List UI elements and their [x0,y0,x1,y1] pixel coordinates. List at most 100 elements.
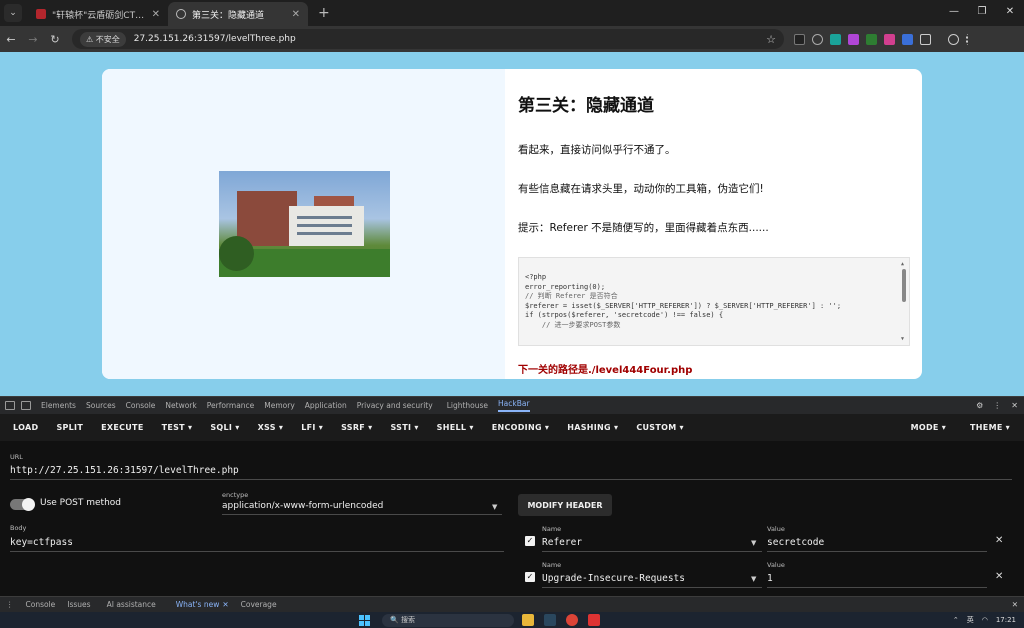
close-tab-icon[interactable]: ✕ [152,9,160,20]
drawer-tab-whats-new[interactable]: What's new [176,600,220,609]
minimize-button[interactable]: — [940,0,968,24]
devtools-tab-application[interactable]: Application [305,401,347,410]
wifi-icon[interactable]: ◠ [982,616,988,624]
clock[interactable]: 17:21 [996,616,1016,624]
reload-icon[interactable]: ↻ [44,33,66,46]
back-arrow-icon[interactable]: ← [0,33,22,46]
enctype-select[interactable]: application/x-www-form-urlencoded [222,501,502,515]
close-tab-icon[interactable]: ✕ [222,600,228,609]
source-code-box[interactable]: <?php error_reporting(0);// 判断 Referer 是否… [518,257,910,346]
modify-header-button[interactable]: MODIFY HEADER [518,494,612,516]
bookmark-star-icon[interactable]: ☆ [766,33,776,46]
browser-tab-active[interactable]: 第三关：隐藏通道 ✕ [168,2,308,26]
wps-icon[interactable] [588,614,600,626]
devtools-tab-console[interactable]: Console [126,401,156,410]
address-toolbar: ← → ↻ ⚠ 不安全 27.25.151.26:31597/levelThre… [0,26,1024,52]
header-value-label: Value [767,525,785,533]
delete-header-icon[interactable]: ✕ [995,571,1003,582]
taskbar-search[interactable]: 🔍 搜索 [382,614,514,627]
close-devtools-icon[interactable]: ✕ [1011,401,1018,410]
post-method-toggle[interactable] [10,498,35,511]
devtools-tab-elements[interactable]: Elements [41,401,76,410]
dropdown-arrow-icon[interactable]: ▼ [751,575,756,583]
settings-gear-icon[interactable]: ⚙ [976,401,983,410]
close-window-button[interactable]: ✕ [996,0,1024,24]
drawer-tab-ai[interactable]: AI assistance [107,600,156,609]
extension-icon[interactable] [884,33,895,45]
devtools-tab-lighthouse[interactable]: Lighthouse [447,401,488,410]
dropdown-arrow-icon[interactable]: ▼ [751,539,756,547]
header-checkbox[interactable]: ✓ [525,536,535,546]
menu-sqli[interactable]: SQLI ▾ [210,423,239,432]
url-input[interactable]: http://27.25.151.26:31597/levelThree.php [10,465,1012,480]
address-bar[interactable]: ⚠ 不安全 27.25.151.26:31597/levelThree.php … [72,29,784,49]
tab-search-chevron-icon[interactable]: ⌄ [4,4,22,22]
devtools-tab-memory[interactable]: Memory [264,401,295,410]
extension-icon[interactable] [830,33,841,45]
extension-icon[interactable] [866,33,877,45]
extension-icon[interactable] [848,33,859,45]
profile-avatar-icon[interactable] [948,33,959,45]
chrome-icon[interactable] [566,614,578,626]
search-placeholder: 搜索 [400,616,415,624]
file-explorer-icon[interactable] [522,614,534,626]
steam-icon[interactable] [544,614,556,626]
page-viewport: 第三关：隐藏通道 看起来，直接访问似乎行不通了。 有些信息藏在请求头里，动动你的… [0,52,1024,396]
body-input[interactable]: key=ctfpass [10,537,504,552]
device-toolbar-icon[interactable] [21,401,31,410]
menu-test[interactable]: TEST ▾ [162,423,193,432]
delete-header-icon[interactable]: ✕ [995,535,1003,546]
devtools-tab-hackbar[interactable]: HackBar [498,399,530,412]
url-label: URL [10,453,23,461]
header-value-input[interactable]: 1 [767,573,987,588]
menu-xss[interactable]: XSS ▾ [258,423,284,432]
forward-arrow-icon[interactable]: → [22,33,44,46]
drawer-menu-icon[interactable]: ⋮ [6,600,14,609]
devtools-tab-performance[interactable]: Performance [207,401,255,410]
header-value-input[interactable]: secretcode [767,537,987,552]
menu-execute[interactable]: EXECUTE [101,423,144,432]
new-tab-button[interactable]: + [318,5,330,21]
extension-icon[interactable] [902,33,913,45]
header-name-select[interactable]: Upgrade-Insecure-Requests [542,573,762,588]
more-menu-icon[interactable] [966,33,970,45]
not-secure-badge[interactable]: ⚠ 不安全 [80,31,126,47]
code-comment: // 判断 Referer 是否符合 [525,292,618,300]
menu-hashing[interactable]: HASHING ▾ [567,423,618,432]
drawer-tab-console[interactable]: Console [26,600,56,609]
menu-mode[interactable]: MODE ▾ [911,423,946,432]
header-name-select[interactable]: Referer [542,537,762,552]
devtools-tab-network[interactable]: Network [165,401,196,410]
more-options-icon[interactable]: ⋮ [993,401,1001,410]
puzzle-icon[interactable] [920,33,931,45]
header-checkbox[interactable]: ✓ [525,572,535,582]
extension-icon[interactable] [794,33,805,45]
menu-load[interactable]: LOAD [13,423,38,432]
menu-split[interactable]: SPLIT [56,423,83,432]
devtools-tab-privacy[interactable]: Privacy and security [357,401,433,410]
menu-encoding[interactable]: ENCODING ▾ [492,423,550,432]
menu-theme[interactable]: THEME ▾ [970,423,1010,432]
dropdown-arrow-icon[interactable]: ▼ [492,503,497,511]
code-scrollbar[interactable]: ▲ ▼ [901,260,907,344]
extension-icon[interactable] [812,33,823,45]
windows-start-icon[interactable] [359,615,370,626]
menu-ssrf[interactable]: SSRF ▾ [341,423,372,432]
menu-lfi[interactable]: LFI ▾ [301,423,323,432]
browser-tab[interactable]: "轩辕杯"云盾砺剑CTF挑战赛 ✕ [28,2,168,26]
maximize-button[interactable]: ❐ [968,0,996,24]
close-drawer-icon[interactable]: ✕ [1012,600,1018,609]
input-language[interactable]: 英 [967,615,974,625]
drawer-tab-issues[interactable]: Issues [67,600,90,609]
tray-chevron-icon[interactable]: ⌃ [953,616,959,624]
menu-custom[interactable]: CUSTOM ▾ [636,423,684,432]
inspect-element-icon[interactable] [5,401,15,410]
devtools-actions: ⚙ ⋮ ✕ [976,401,1018,410]
not-secure-label: 不安全 [95,34,120,44]
menu-shell[interactable]: SHELL ▾ [437,423,474,432]
drawer-tab-coverage[interactable]: Coverage [241,600,277,609]
url-text[interactable]: 27.25.151.26:31597/levelThree.php [134,34,766,44]
close-tab-icon[interactable]: ✕ [292,9,300,20]
menu-ssti[interactable]: SSTI ▾ [390,423,418,432]
devtools-tab-sources[interactable]: Sources [86,401,116,410]
